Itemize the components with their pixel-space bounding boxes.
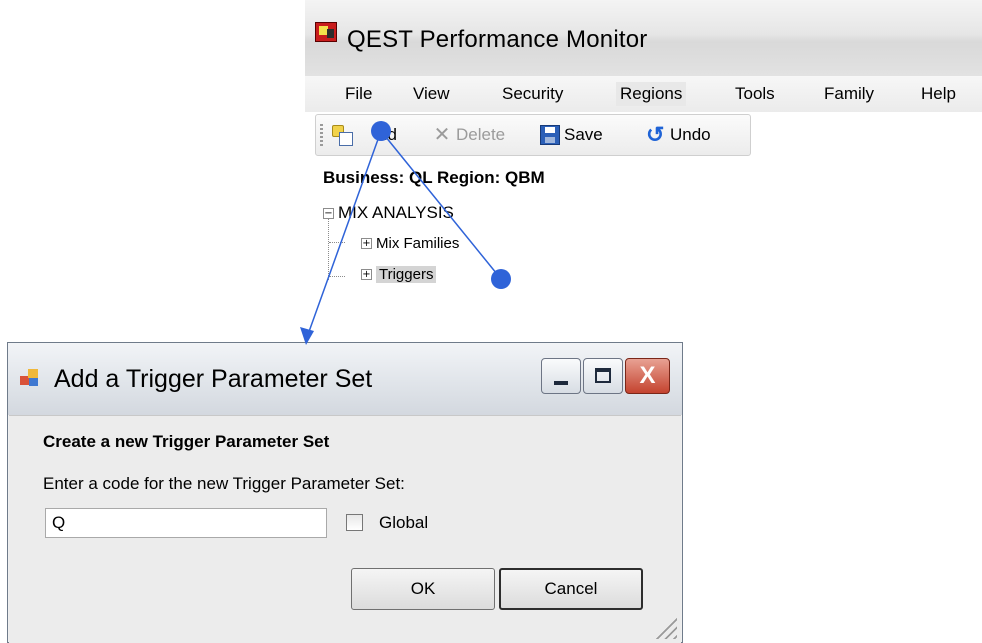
delete-button-label: Delete — [456, 125, 506, 144]
ok-button[interactable]: OK — [351, 568, 495, 610]
dialog-icon — [20, 369, 40, 387]
tree-node-label: Triggers — [376, 266, 437, 283]
dialog-title: Add a Trigger Parameter Set — [54, 365, 373, 393]
window-title: QEST Performance Monitor — [347, 26, 648, 53]
delete-icon: ✕ — [433, 124, 451, 146]
collapse-icon[interactable]: − — [323, 207, 334, 219]
save-button[interactable]: Save — [540, 121, 603, 149]
expand-icon[interactable]: + — [361, 238, 372, 249]
resize-grip-icon[interactable] — [655, 617, 677, 639]
global-checkbox[interactable] — [346, 514, 363, 531]
menu-file[interactable]: File — [341, 82, 376, 106]
menu-security[interactable]: Security — [498, 82, 567, 106]
menu-family[interactable]: Family — [820, 82, 878, 106]
save-icon — [540, 125, 560, 145]
cancel-button[interactable]: Cancel — [499, 568, 643, 610]
add-trigger-dialog: Add a Trigger Parameter Set X Create a n… — [7, 342, 683, 643]
tree-node-triggers[interactable]: + Triggers — [361, 266, 437, 283]
tree-connector — [328, 218, 329, 280]
delete-button[interactable]: ✕ Delete — [432, 121, 506, 149]
tree-node-mix-families[interactable]: + Mix Families — [361, 235, 459, 252]
undo-icon: ↺ — [646, 122, 665, 147]
maximize-button[interactable] — [583, 358, 623, 394]
minimize-button[interactable] — [541, 358, 581, 394]
tree-node-mix-analysis[interactable]: − MIX ANALYSIS — [323, 203, 454, 223]
tree-connector — [329, 242, 345, 243]
minimize-icon — [554, 381, 568, 385]
tree-panel: Business: QL Region: QBM − MIX ANALYSIS … — [305, 158, 982, 330]
main-window: QEST Performance Monitor File View Secur… — [305, 0, 982, 330]
add-icon — [332, 125, 353, 146]
code-input[interactable] — [45, 508, 327, 538]
close-icon: X — [639, 362, 656, 389]
toolbar: dd ✕ Delete Save ↺ Undo — [315, 114, 751, 156]
tree-node-label: Mix Families — [376, 235, 460, 252]
code-prompt-label: Enter a code for the new Trigger Paramet… — [43, 474, 405, 493]
menu-bar: File View Security Regions Tools Family … — [305, 76, 982, 112]
add-button-label: dd — [378, 125, 397, 144]
maximize-icon — [595, 368, 611, 383]
main-title-bar[interactable]: QEST Performance Monitor — [305, 0, 982, 77]
close-button[interactable]: X — [625, 358, 670, 394]
menu-help[interactable]: Help — [917, 82, 960, 106]
tree-connector — [329, 276, 345, 277]
dialog-title-bar[interactable]: Add a Trigger Parameter Set X — [8, 343, 682, 415]
expand-icon[interactable]: + — [361, 269, 372, 280]
app-logo-icon — [315, 22, 337, 42]
dialog-heading: Create a new Trigger Parameter Set — [43, 432, 330, 451]
dialog-body: Create a new Trigger Parameter Set Enter… — [9, 415, 681, 643]
menu-tools[interactable]: Tools — [731, 82, 779, 106]
undo-button-label: Undo — [670, 125, 711, 144]
business-region-label: Business: QL Region: QBM — [323, 168, 545, 187]
toolbar-grip[interactable] — [320, 124, 323, 146]
undo-button[interactable]: ↺ Undo — [646, 121, 711, 149]
save-button-label: Save — [564, 125, 603, 144]
global-checkbox-label[interactable]: Global — [379, 513, 428, 533]
menu-view[interactable]: View — [409, 82, 454, 106]
menu-regions[interactable]: Regions — [616, 82, 687, 106]
add-button[interactable]: dd — [332, 121, 397, 149]
tree-node-label: MIX ANALYSIS — [338, 203, 454, 222]
